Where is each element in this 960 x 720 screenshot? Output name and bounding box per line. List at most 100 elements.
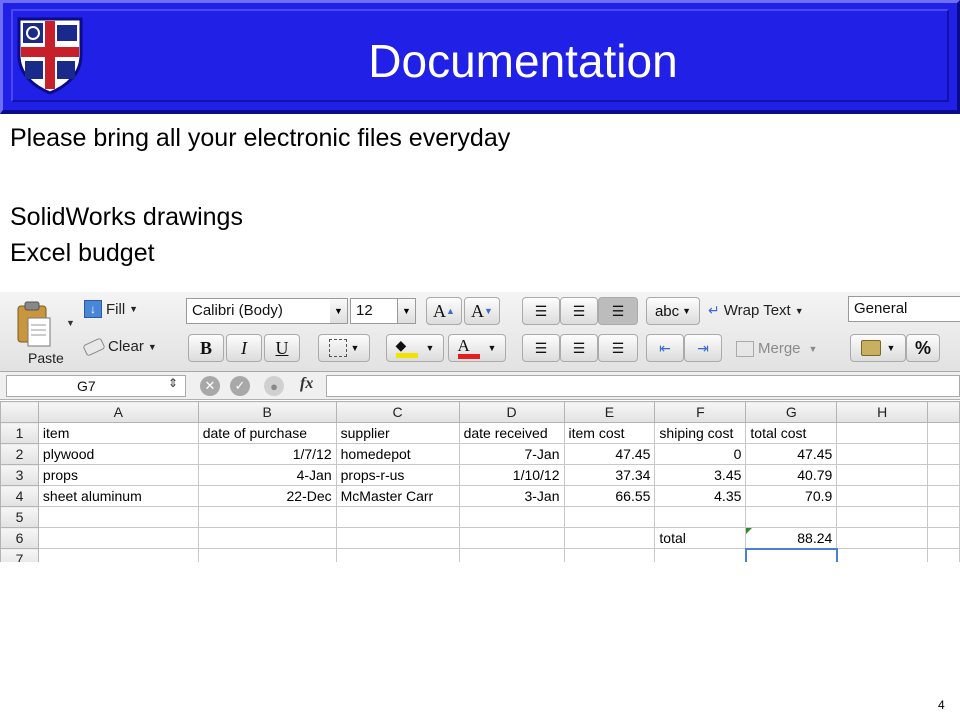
percent-button[interactable]: %	[906, 334, 940, 362]
cell[interactable]: 3-Jan	[458, 485, 565, 507]
row-header[interactable]: 6	[0, 527, 39, 549]
cell[interactable]: total cost	[745, 422, 838, 444]
cell[interactable]	[654, 548, 747, 562]
cell[interactable]: item cost	[563, 422, 656, 444]
cell[interactable]: shiping cost	[654, 422, 747, 444]
total-cost-cell[interactable]: 88.24	[745, 527, 838, 549]
cell[interactable]	[458, 506, 565, 528]
cell[interactable]: 1/7/12	[197, 443, 337, 465]
cell[interactable]: plywood	[37, 443, 199, 465]
row-header[interactable]: 3	[0, 464, 39, 486]
cell[interactable]	[836, 506, 929, 528]
cancel-formula-icon[interactable]: ✕	[200, 376, 220, 396]
name-box-stepper-icon[interactable]: ⇕	[168, 376, 178, 390]
paste-button[interactable]: ▼ Paste	[6, 296, 75, 368]
formula-input[interactable]	[326, 375, 960, 397]
cell[interactable]: 66.55	[563, 485, 656, 507]
cell[interactable]: 70.9	[745, 485, 838, 507]
formula-options-icon[interactable]: ●	[264, 376, 284, 396]
paste-dropdown-icon[interactable]: ▼	[66, 318, 75, 328]
font-size-dropdown-icon[interactable]: ▼	[398, 298, 416, 324]
cell[interactable]	[563, 548, 656, 562]
cell[interactable]: 47.45	[745, 443, 838, 465]
cell[interactable]	[927, 464, 960, 486]
row-header[interactable]: 2	[0, 443, 39, 465]
cell[interactable]	[836, 485, 929, 507]
row-header[interactable]: 5	[0, 506, 39, 528]
font-size-select[interactable]: 12	[350, 298, 398, 324]
align-top-button[interactable]: ☰	[522, 297, 560, 325]
cell[interactable]	[927, 422, 960, 444]
align-left-button[interactable]: ☰	[522, 334, 560, 362]
column-header-a[interactable]: A	[37, 401, 199, 423]
number-format-select[interactable]: General	[848, 296, 960, 322]
cell[interactable]	[745, 506, 838, 528]
cell[interactable]: 3.45	[654, 464, 747, 486]
cell[interactable]	[37, 506, 199, 528]
cell[interactable]	[335, 527, 460, 549]
cell[interactable]: sheet aluminum	[37, 485, 199, 507]
cell[interactable]	[458, 527, 565, 549]
cell[interactable]	[197, 548, 337, 562]
selected-cell-g7[interactable]	[744, 547, 838, 562]
cell[interactable]: 22-Dec	[197, 485, 337, 507]
cell[interactable]: homedepot	[335, 443, 460, 465]
insert-function-icon[interactable]: fx	[300, 375, 313, 393]
borders-button[interactable]: ▼	[318, 334, 370, 362]
cell[interactable]	[927, 548, 960, 562]
fill-color-button[interactable]: ◆ ▼	[386, 334, 444, 362]
grow-font-button[interactable]: A ▲	[426, 297, 462, 325]
cell[interactable]: 37.34	[563, 464, 656, 486]
cell[interactable]: date of purchase	[197, 422, 337, 444]
cell[interactable]: 0	[654, 443, 747, 465]
column-header-g[interactable]: G	[745, 401, 838, 423]
cell[interactable]: McMaster Carr	[335, 485, 460, 507]
cell[interactable]: 4.35	[654, 485, 747, 507]
cell[interactable]	[37, 527, 199, 549]
cell[interactable]	[836, 548, 929, 562]
cell[interactable]: 4-Jan	[197, 464, 337, 486]
increase-indent-button[interactable]: ⇥	[684, 334, 722, 362]
italic-button[interactable]: I	[226, 334, 262, 362]
row-header[interactable]: 4	[0, 485, 39, 507]
column-header-e[interactable]: E	[563, 401, 656, 423]
cell[interactable]	[836, 422, 929, 444]
align-middle-button[interactable]: ☰	[560, 297, 598, 325]
row-header[interactable]: 7	[0, 548, 39, 562]
column-header-c[interactable]: C	[335, 401, 460, 423]
cell[interactable]: props	[37, 464, 199, 486]
cell[interactable]	[197, 527, 337, 549]
cell[interactable]: 40.79	[745, 464, 838, 486]
cell[interactable]	[335, 506, 460, 528]
fill-button[interactable]: ↓ Fill ▼	[84, 300, 138, 318]
align-bottom-button[interactable]: ☰	[598, 297, 638, 325]
cell[interactable]	[927, 506, 960, 528]
cell[interactable]: props-r-us	[335, 464, 460, 486]
clear-button[interactable]: Clear ▼	[82, 336, 157, 357]
align-center-button[interactable]: ☰	[560, 334, 598, 362]
cell[interactable]	[836, 443, 929, 465]
align-right-button[interactable]: ☰	[598, 334, 638, 362]
cell[interactable]	[927, 443, 960, 465]
cell[interactable]	[927, 527, 960, 549]
bold-button[interactable]: B	[188, 334, 224, 362]
currency-button[interactable]: ▼	[850, 334, 906, 362]
select-all-corner[interactable]	[0, 401, 39, 423]
cell[interactable]: 1/10/12	[458, 464, 565, 486]
merge-button[interactable]: Merge ▼	[736, 340, 817, 357]
orientation-button[interactable]: abc ▼	[646, 297, 700, 325]
cell[interactable]: 7-Jan	[458, 443, 565, 465]
column-header-h[interactable]: H	[836, 401, 929, 423]
font-name-select[interactable]: Calibri (Body)	[186, 298, 332, 324]
cell[interactable]	[654, 506, 747, 528]
wrap-text-button[interactable]: ↵ Wrap Text ▼	[708, 302, 804, 319]
font-name-dropdown-icon[interactable]: ▼	[330, 298, 348, 324]
name-box[interactable]: G7	[6, 375, 186, 397]
column-header-f[interactable]: F	[654, 401, 747, 423]
cell[interactable]	[335, 548, 460, 562]
column-header-d[interactable]: D	[458, 401, 565, 423]
cell[interactable]: total	[654, 527, 747, 549]
cell[interactable]	[458, 548, 565, 562]
column-header-i[interactable]	[927, 401, 960, 423]
cell[interactable]	[563, 527, 656, 549]
